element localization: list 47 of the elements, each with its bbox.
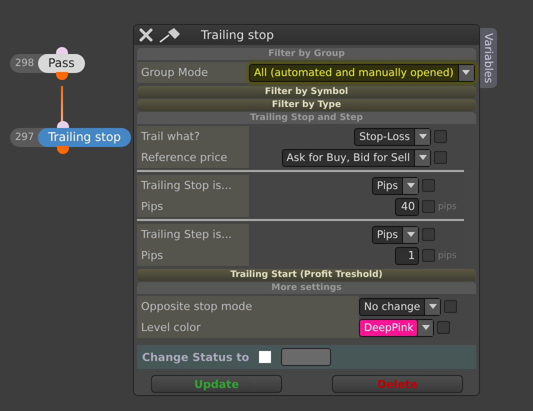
number-field[interactable]: 1: [395, 246, 419, 264]
status-label: Change Status to: [142, 350, 250, 364]
checkbox[interactable]: [434, 130, 447, 143]
field-label: Trailing Stop is...: [137, 175, 249, 196]
dropdown[interactable]: DeepPink: [359, 318, 434, 336]
checkbox[interactable]: [437, 321, 450, 334]
output-port-icon[interactable]: [57, 146, 69, 154]
checkbox[interactable]: [422, 249, 435, 262]
field-label: Opposite stop mode: [137, 296, 359, 317]
dropdown[interactable]: All (automated and manually opened): [249, 64, 475, 82]
field-label: Trail what?: [137, 126, 249, 147]
number-field[interactable]: 40: [395, 198, 419, 216]
output-port-icon[interactable]: [56, 72, 68, 80]
pushpin-icon[interactable]: [159, 27, 181, 43]
section-header[interactable]: Filter by Type: [137, 99, 476, 111]
field-label: Trailing Step is...: [137, 224, 249, 245]
caret-icon: [406, 183, 414, 188]
close-icon[interactable]: [139, 28, 153, 42]
variables-tab[interactable]: Variables: [480, 28, 497, 88]
status-field[interactable]: [281, 348, 332, 366]
field-label: Group Mode: [137, 62, 249, 83]
checkbox[interactable]: [434, 151, 447, 164]
field-label: Pips: [137, 196, 249, 217]
node-label[interactable]: Trailing stop: [38, 128, 131, 147]
checkbox[interactable]: [422, 179, 435, 192]
dropdown[interactable]: Stop-Loss: [354, 128, 431, 146]
caret-icon: [418, 155, 426, 160]
section-header[interactable]: Filter by Symbol: [137, 86, 476, 98]
caret-icon: [428, 304, 437, 309]
caret-icon: [422, 325, 430, 330]
checkbox[interactable]: [422, 228, 435, 241]
node-label[interactable]: Pass: [38, 54, 85, 73]
checkbox[interactable]: [422, 200, 435, 213]
caret-icon: [462, 70, 470, 75]
dropdown[interactable]: No change: [359, 298, 442, 316]
color-swatch[interactable]: [259, 351, 272, 363]
caret-icon: [406, 232, 414, 237]
checkbox[interactable]: [444, 300, 458, 313]
caret-icon: [418, 134, 426, 139]
dropdown[interactable]: Ask for Buy, Bid for Sell: [282, 148, 431, 166]
section-header[interactable]: Trailing Start (Profit Treshold): [137, 269, 476, 281]
field-label: Level color: [137, 317, 359, 338]
field-label: Pips: [137, 245, 249, 266]
dropdown[interactable]: Pips: [372, 226, 419, 244]
dropdown[interactable]: Pips: [372, 176, 419, 194]
field-label: Reference price: [137, 147, 249, 168]
window-title: Trailing stop: [201, 28, 274, 42]
